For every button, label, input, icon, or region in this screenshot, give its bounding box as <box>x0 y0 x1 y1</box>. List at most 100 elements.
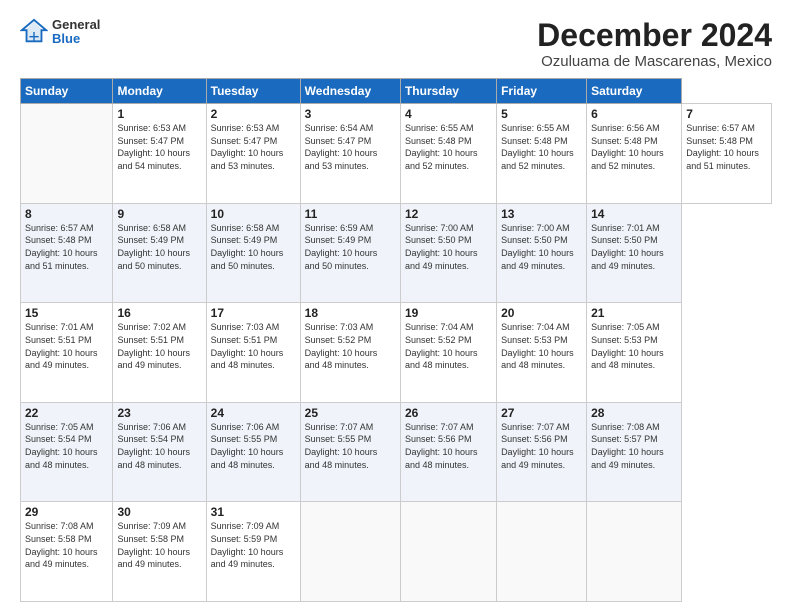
day-number: 16 <box>117 306 201 320</box>
day-number: 28 <box>591 406 677 420</box>
logo-blue: Blue <box>52 32 100 46</box>
day-number: 1 <box>117 107 201 121</box>
day-detail: Sunrise: 7:06 AM Sunset: 5:55 PM Dayligh… <box>211 421 296 471</box>
calendar-cell: 30Sunrise: 7:09 AM Sunset: 5:58 PM Dayli… <box>113 502 206 602</box>
day-number: 21 <box>591 306 677 320</box>
calendar-cell <box>21 104 113 204</box>
day-number: 7 <box>686 107 767 121</box>
day-detail: Sunrise: 6:55 AM Sunset: 5:48 PM Dayligh… <box>501 122 582 172</box>
day-number: 19 <box>405 306 492 320</box>
page-header: General Blue December 2024 Ozuluama de M… <box>20 18 772 70</box>
day-detail: Sunrise: 7:09 AM Sunset: 5:59 PM Dayligh… <box>211 520 296 570</box>
day-header-thursday: Thursday <box>400 79 496 104</box>
calendar-cell: 10Sunrise: 6:58 AM Sunset: 5:49 PM Dayli… <box>206 203 300 303</box>
day-detail: Sunrise: 6:57 AM Sunset: 5:48 PM Dayligh… <box>25 222 108 272</box>
day-number: 5 <box>501 107 582 121</box>
day-detail: Sunrise: 7:06 AM Sunset: 5:54 PM Dayligh… <box>117 421 201 471</box>
calendar-cell: 8Sunrise: 6:57 AM Sunset: 5:48 PM Daylig… <box>21 203 113 303</box>
day-number: 22 <box>25 406 108 420</box>
day-detail: Sunrise: 6:59 AM Sunset: 5:49 PM Dayligh… <box>305 222 396 272</box>
day-detail: Sunrise: 7:07 AM Sunset: 5:55 PM Dayligh… <box>305 421 396 471</box>
day-number: 17 <box>211 306 296 320</box>
day-detail: Sunrise: 6:58 AM Sunset: 5:49 PM Dayligh… <box>117 222 201 272</box>
day-number: 4 <box>405 107 492 121</box>
day-number: 13 <box>501 207 582 221</box>
calendar-cell: 21Sunrise: 7:05 AM Sunset: 5:53 PM Dayli… <box>587 303 682 403</box>
calendar-header-row: SundayMondayTuesdayWednesdayThursdayFrid… <box>21 79 772 104</box>
day-number: 23 <box>117 406 201 420</box>
calendar-cell: 12Sunrise: 7:00 AM Sunset: 5:50 PM Dayli… <box>400 203 496 303</box>
day-detail: Sunrise: 7:03 AM Sunset: 5:52 PM Dayligh… <box>305 321 396 371</box>
day-number: 9 <box>117 207 201 221</box>
day-number: 12 <box>405 207 492 221</box>
day-detail: Sunrise: 7:01 AM Sunset: 5:50 PM Dayligh… <box>591 222 677 272</box>
calendar-cell: 9Sunrise: 6:58 AM Sunset: 5:49 PM Daylig… <box>113 203 206 303</box>
calendar-cell <box>587 502 682 602</box>
calendar-cell: 11Sunrise: 6:59 AM Sunset: 5:49 PM Dayli… <box>300 203 400 303</box>
calendar-cell <box>497 502 587 602</box>
calendar-cell: 3Sunrise: 6:54 AM Sunset: 5:47 PM Daylig… <box>300 104 400 204</box>
day-number: 29 <box>25 505 108 519</box>
calendar-cell: 5Sunrise: 6:55 AM Sunset: 5:48 PM Daylig… <box>497 104 587 204</box>
calendar-cell: 17Sunrise: 7:03 AM Sunset: 5:51 PM Dayli… <box>206 303 300 403</box>
day-number: 25 <box>305 406 396 420</box>
calendar-cell: 15Sunrise: 7:01 AM Sunset: 5:51 PM Dayli… <box>21 303 113 403</box>
day-header-friday: Friday <box>497 79 587 104</box>
day-detail: Sunrise: 7:04 AM Sunset: 5:52 PM Dayligh… <box>405 321 492 371</box>
calendar-page: General Blue December 2024 Ozuluama de M… <box>0 0 792 612</box>
day-number: 26 <box>405 406 492 420</box>
day-detail: Sunrise: 6:53 AM Sunset: 5:47 PM Dayligh… <box>117 122 201 172</box>
calendar-week-row: 8Sunrise: 6:57 AM Sunset: 5:48 PM Daylig… <box>21 203 772 303</box>
calendar-cell: 22Sunrise: 7:05 AM Sunset: 5:54 PM Dayli… <box>21 402 113 502</box>
calendar-cell: 19Sunrise: 7:04 AM Sunset: 5:52 PM Dayli… <box>400 303 496 403</box>
calendar-cell: 13Sunrise: 7:00 AM Sunset: 5:50 PM Dayli… <box>497 203 587 303</box>
day-number: 6 <box>591 107 677 121</box>
logo-general: General <box>52 18 100 32</box>
day-header-sunday: Sunday <box>21 79 113 104</box>
day-header-monday: Monday <box>113 79 206 104</box>
day-detail: Sunrise: 6:58 AM Sunset: 5:49 PM Dayligh… <box>211 222 296 272</box>
day-number: 2 <box>211 107 296 121</box>
day-number: 20 <box>501 306 582 320</box>
calendar-subtitle: Ozuluama de Mascarenas, Mexico <box>537 53 772 70</box>
calendar-cell: 16Sunrise: 7:02 AM Sunset: 5:51 PM Dayli… <box>113 303 206 403</box>
day-detail: Sunrise: 6:54 AM Sunset: 5:47 PM Dayligh… <box>305 122 396 172</box>
day-detail: Sunrise: 7:02 AM Sunset: 5:51 PM Dayligh… <box>117 321 201 371</box>
day-number: 3 <box>305 107 396 121</box>
calendar-week-row: 29Sunrise: 7:08 AM Sunset: 5:58 PM Dayli… <box>21 502 772 602</box>
day-number: 27 <box>501 406 582 420</box>
day-number: 11 <box>305 207 396 221</box>
day-detail: Sunrise: 7:08 AM Sunset: 5:57 PM Dayligh… <box>591 421 677 471</box>
day-detail: Sunrise: 6:57 AM Sunset: 5:48 PM Dayligh… <box>686 122 767 172</box>
day-number: 31 <box>211 505 296 519</box>
calendar-cell: 23Sunrise: 7:06 AM Sunset: 5:54 PM Dayli… <box>113 402 206 502</box>
calendar-cell: 26Sunrise: 7:07 AM Sunset: 5:56 PM Dayli… <box>400 402 496 502</box>
day-detail: Sunrise: 7:01 AM Sunset: 5:51 PM Dayligh… <box>25 321 108 371</box>
day-header-saturday: Saturday <box>587 79 682 104</box>
day-detail: Sunrise: 6:55 AM Sunset: 5:48 PM Dayligh… <box>405 122 492 172</box>
calendar-cell: 24Sunrise: 7:06 AM Sunset: 5:55 PM Dayli… <box>206 402 300 502</box>
calendar-table: SundayMondayTuesdayWednesdayThursdayFrid… <box>20 78 772 602</box>
day-detail: Sunrise: 6:53 AM Sunset: 5:47 PM Dayligh… <box>211 122 296 172</box>
day-number: 18 <box>305 306 396 320</box>
logo-text: General Blue <box>52 18 100 47</box>
calendar-week-row: 22Sunrise: 7:05 AM Sunset: 5:54 PM Dayli… <box>21 402 772 502</box>
calendar-cell: 14Sunrise: 7:01 AM Sunset: 5:50 PM Dayli… <box>587 203 682 303</box>
calendar-cell <box>400 502 496 602</box>
day-detail: Sunrise: 7:00 AM Sunset: 5:50 PM Dayligh… <box>501 222 582 272</box>
calendar-cell <box>300 502 400 602</box>
calendar-cell: 7Sunrise: 6:57 AM Sunset: 5:48 PM Daylig… <box>682 104 772 204</box>
day-number: 10 <box>211 207 296 221</box>
day-header-tuesday: Tuesday <box>206 79 300 104</box>
calendar-cell: 18Sunrise: 7:03 AM Sunset: 5:52 PM Dayli… <box>300 303 400 403</box>
calendar-week-row: 15Sunrise: 7:01 AM Sunset: 5:51 PM Dayli… <box>21 303 772 403</box>
day-detail: Sunrise: 7:05 AM Sunset: 5:53 PM Dayligh… <box>591 321 677 371</box>
calendar-title: December 2024 <box>537 18 772 53</box>
day-detail: Sunrise: 7:09 AM Sunset: 5:58 PM Dayligh… <box>117 520 201 570</box>
calendar-week-row: 1Sunrise: 6:53 AM Sunset: 5:47 PM Daylig… <box>21 104 772 204</box>
day-header-wednesday: Wednesday <box>300 79 400 104</box>
day-detail: Sunrise: 7:08 AM Sunset: 5:58 PM Dayligh… <box>25 520 108 570</box>
day-detail: Sunrise: 6:56 AM Sunset: 5:48 PM Dayligh… <box>591 122 677 172</box>
calendar-cell: 1Sunrise: 6:53 AM Sunset: 5:47 PM Daylig… <box>113 104 206 204</box>
logo: General Blue <box>20 18 100 47</box>
